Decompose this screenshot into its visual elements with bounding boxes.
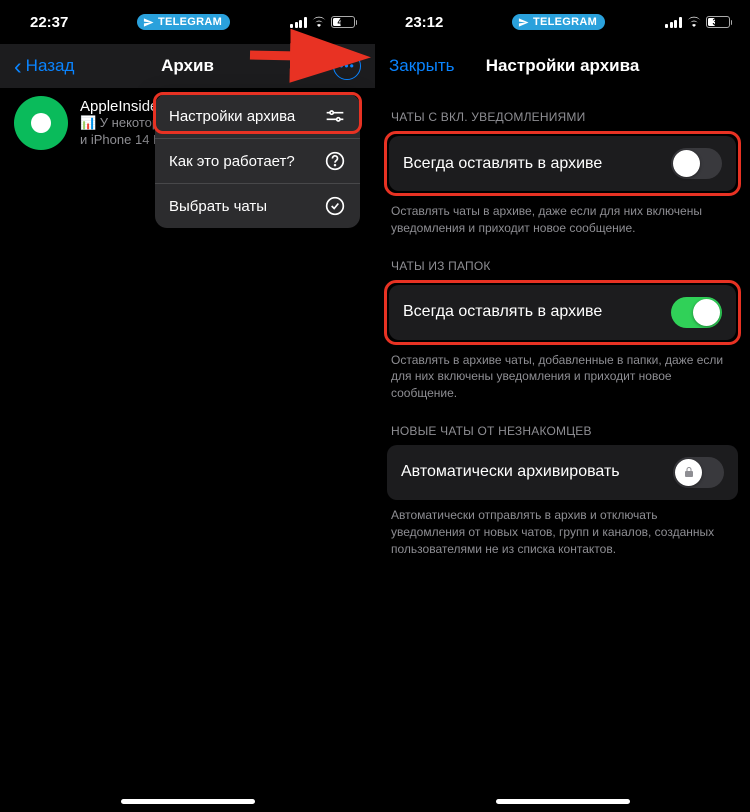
- telegram-icon: [143, 17, 154, 28]
- signal-icon: [665, 17, 682, 28]
- question-icon: [324, 150, 346, 172]
- telegram-pill[interactable]: TELEGRAM: [137, 14, 230, 30]
- status-bar: 23:12 TELEGRAM 39: [375, 0, 750, 44]
- telegram-icon: [518, 17, 529, 28]
- telegram-pill[interactable]: TELEGRAM: [512, 14, 605, 30]
- status-right: 39: [642, 15, 732, 30]
- section-header: ЧАТЫ ИЗ ПАПОК: [375, 237, 750, 280]
- toggle-switch[interactable]: [671, 148, 722, 179]
- toggle-switch[interactable]: [671, 297, 722, 328]
- highlight-outline: Всегда оставлять в архиве: [384, 280, 741, 345]
- more-button[interactable]: •••: [333, 52, 361, 80]
- signal-icon: [290, 17, 307, 28]
- setting-label: Всегда оставлять в архиве: [403, 155, 602, 173]
- context-menu: Настройки архива Как это работает? Выбра…: [155, 94, 360, 228]
- toggle-switch-locked[interactable]: [673, 457, 724, 488]
- status-time: 23:12: [405, 14, 475, 31]
- battery-icon: 39: [706, 16, 733, 28]
- page-title: Архив: [161, 56, 214, 76]
- battery-icon: 43: [331, 16, 358, 28]
- page-title: Настройки архива: [486, 56, 640, 76]
- section-header: ЧАТЫ С ВКЛ. УВЕДОМЛЕНИЯМИ: [375, 88, 750, 131]
- setting-keep-in-archive-notifications[interactable]: Всегда оставлять в архиве: [389, 136, 736, 191]
- nav-bar: ‹ Назад Архив •••: [0, 44, 375, 88]
- phone-archive-settings: 23:12 TELEGRAM 39 Закрыть Настройки архи…: [375, 0, 750, 812]
- menu-item-how-it-works[interactable]: Как это работает?: [155, 139, 360, 184]
- status-bar: 22:37 TELEGRAM 43: [0, 0, 375, 44]
- phone-archive-list: 22:37 TELEGRAM 43 ‹ Назад Архив •••: [0, 0, 375, 812]
- section-footer: Автоматически отправлять в архив и отклю…: [375, 500, 750, 557]
- lock-icon: [683, 466, 695, 478]
- avatar: [14, 96, 68, 150]
- menu-item-select-chats[interactable]: Выбрать чаты: [155, 184, 360, 228]
- status-right: 43: [267, 15, 357, 30]
- setting-auto-archive-strangers[interactable]: Автоматически архивировать: [387, 445, 738, 500]
- back-button[interactable]: ‹ Назад: [14, 55, 74, 78]
- setting-label: Всегда оставлять в архиве: [403, 303, 602, 321]
- setting-keep-in-archive-folders[interactable]: Всегда оставлять в архиве: [389, 285, 736, 340]
- home-indicator[interactable]: [121, 799, 255, 804]
- home-indicator[interactable]: [496, 799, 630, 804]
- check-circle-icon: [324, 195, 346, 217]
- menu-item-archive-settings[interactable]: Настройки архива: [155, 94, 360, 139]
- chevron-left-icon: ‹: [14, 55, 22, 78]
- close-button[interactable]: Закрыть: [389, 56, 454, 76]
- section-footer: Оставлять чаты в архиве, даже если для н…: [375, 196, 750, 237]
- wifi-icon: [311, 15, 327, 30]
- status-time: 22:37: [30, 14, 100, 31]
- highlight-outline: Всегда оставлять в архиве: [384, 131, 741, 196]
- setting-label: Автоматически архивировать: [401, 463, 620, 481]
- ellipsis-icon: •••: [339, 59, 355, 73]
- section-header: НОВЫЕ ЧАТЫ ОТ НЕЗНАКОМЦЕВ: [375, 402, 750, 445]
- wifi-icon: [686, 15, 702, 30]
- sliders-icon: [324, 105, 346, 127]
- nav-bar: Закрыть Настройки архива: [375, 44, 750, 88]
- section-footer: Оставлять в архиве чаты, добавленные в п…: [375, 345, 750, 402]
